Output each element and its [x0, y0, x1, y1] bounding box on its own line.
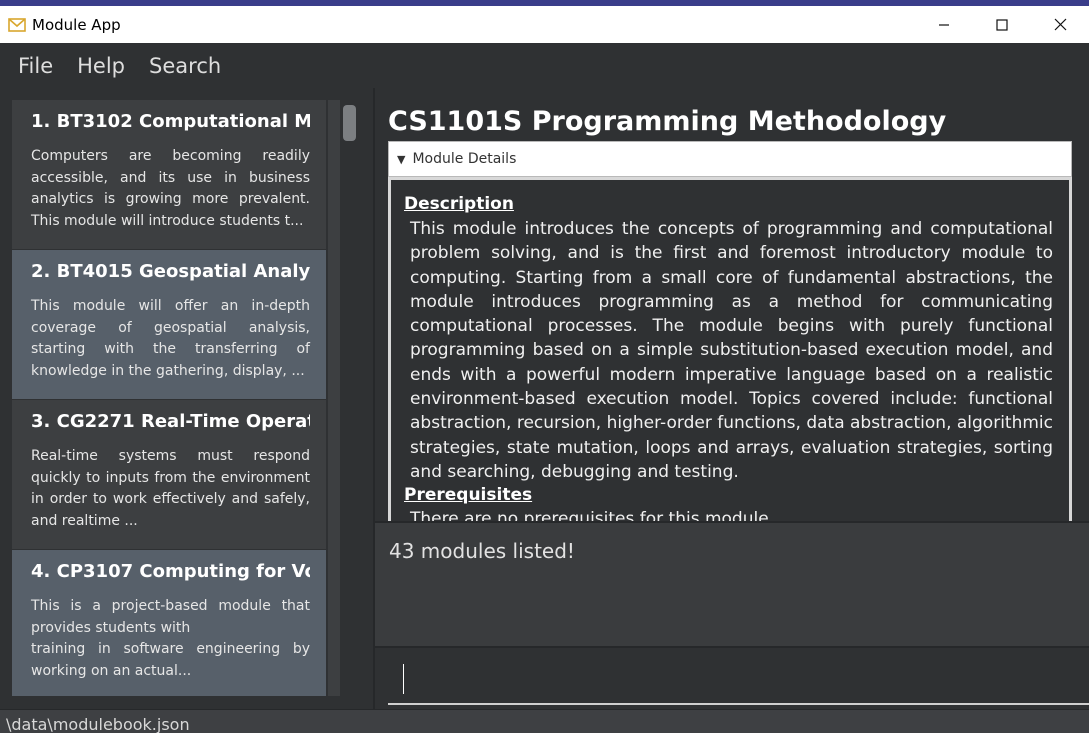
status-bar: \data\modulebook.json: [0, 709, 1089, 733]
menu-bar: File Help Search: [0, 43, 1089, 88]
prerequisites-text: There are no prerequisites for this modu…: [410, 509, 775, 521]
module-list[interactable]: 1. BT3102 Computational Me... Computers …: [12, 100, 338, 696]
module-detail-panel: CS1101S Programming Methodology ▼ Module…: [375, 88, 1089, 521]
minimize-icon: [939, 23, 949, 26]
module-card-title: 4. CP3107 Computing for Vol...: [31, 561, 310, 582]
module-card[interactable]: 1. BT3102 Computational Me... Computers …: [12, 100, 326, 249]
module-card-description: This is a project-based module that prov…: [31, 598, 310, 679]
maximize-icon: [996, 18, 1008, 31]
menu-search[interactable]: Search: [149, 54, 221, 78]
module-details-toggle[interactable]: ▼ Module Details: [388, 141, 1072, 177]
module-card-description: Real-time systems must respond quickly t…: [31, 448, 310, 529]
close-icon: [1054, 18, 1066, 31]
module-detail-title: CS1101S Programming Methodology: [388, 106, 947, 137]
module-details-label: Module Details: [412, 151, 517, 167]
prerequisites-heading: Prerequisites: [404, 485, 533, 506]
command-input[interactable]: [388, 660, 1089, 705]
result-display: 43 modules listed!: [375, 521, 1089, 646]
maximize-button[interactable]: [973, 6, 1031, 43]
module-card[interactable]: 3. CG2271 Real-Time Operati... Real-time…: [12, 400, 326, 549]
close-button[interactable]: [1031, 6, 1089, 43]
module-list-panel: 1. BT3102 Computational Me... Computers …: [0, 88, 374, 709]
window-controls: [915, 6, 1089, 43]
window-title: Module App: [32, 15, 121, 34]
module-card-title: 3. CG2271 Real-Time Operati...: [31, 411, 310, 432]
app-logo-icon: [8, 16, 26, 34]
title-bar: Module App: [0, 6, 1089, 43]
collapse-arrow-icon: ▼: [397, 152, 406, 166]
text-caret: [403, 664, 404, 694]
module-list-scrollbar-thumb[interactable]: [343, 105, 356, 141]
module-card-title: 2. BT4015 Geospatial Analytics: [31, 261, 310, 282]
data-file-path: \data\modulebook.json: [6, 715, 190, 733]
module-card-description: Computers are becoming readily accessibl…: [31, 148, 310, 229]
module-card-description: This module will offer an in-depth cover…: [31, 298, 310, 379]
description-heading: Description: [404, 194, 514, 214]
description-text: This module introduces the concepts of p…: [410, 219, 1053, 482]
command-box: [375, 646, 1089, 709]
menu-file[interactable]: File: [18, 54, 53, 78]
result-message: 43 modules listed!: [389, 539, 575, 563]
module-card-title: 1. BT3102 Computational Me...: [31, 111, 310, 132]
module-list-scrollbar-track[interactable]: [328, 100, 340, 696]
minimize-button[interactable]: [915, 6, 973, 43]
module-details-content[interactable]: Description This module introduces the c…: [388, 177, 1072, 521]
module-card[interactable]: 2. BT4015 Geospatial Analytics This modu…: [12, 250, 326, 399]
menu-help[interactable]: Help: [77, 54, 125, 78]
module-card[interactable]: 4. CP3107 Computing for Vol... This is a…: [12, 550, 326, 696]
